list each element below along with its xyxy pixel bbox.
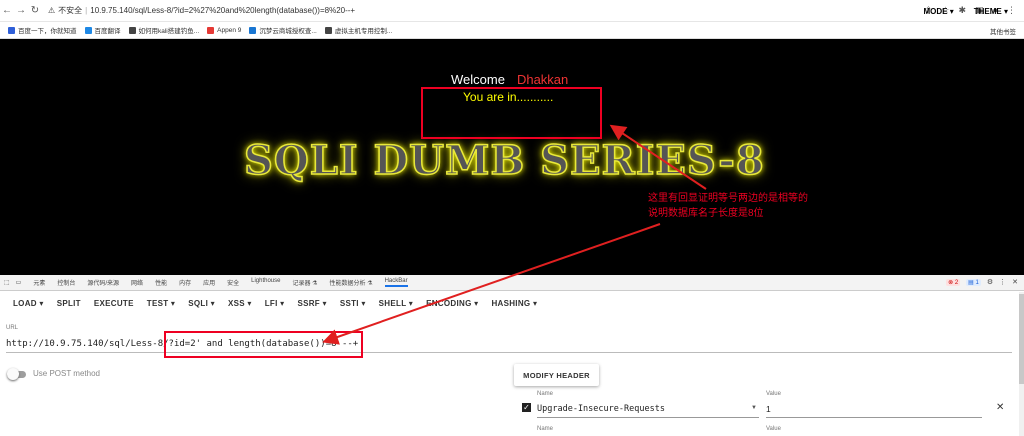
back-icon[interactable]: ← <box>0 5 14 16</box>
bookmark-item[interactable]: 百度一下，你就知道 <box>8 25 77 35</box>
bookmark-icon <box>8 26 15 34</box>
header-value-label-2: Value <box>766 426 781 432</box>
banner-title: SQLI DUMB SERIES-8 <box>243 136 765 185</box>
bookmarks-bar: 百度一下，你就知道 百度翻译 如何用kali搭建钓鱼... Appen 9 沉梦云商城授… <box>0 22 1024 39</box>
remove-header-icon[interactable]: ✕ <box>996 402 1004 413</box>
warning-icon: ⚠ <box>48 6 56 15</box>
devtools-tab[interactable]: 内存 <box>179 278 191 287</box>
close-devtools-icon[interactable]: ✕ <box>1012 278 1018 286</box>
other-bookmarks[interactable]: 其他书签 <box>990 26 1016 36</box>
theme-menu[interactable]: THEME ▾ <box>974 7 1008 16</box>
header-name-label-2: Name <box>537 426 554 432</box>
header-value-underline <box>766 417 982 418</box>
modify-header-button[interactable]: MODIFY HEADER <box>514 364 599 386</box>
address-bar: ← → ↻ ⚠ 不安全 | 10.9.75.140/sql/Less-8/?id… <box>0 0 1024 22</box>
page-content: Welcome Dhakkan You are in........... SQL… <box>0 39 1024 275</box>
inspect-icon[interactable]: ⬚ <box>4 279 10 286</box>
hackbar-right-menu: MODE ▾ THEME ▾ <box>924 7 1009 16</box>
devtools-tab[interactable]: HackBar <box>384 278 408 287</box>
header-name-underline <box>537 417 759 418</box>
mode-menu[interactable]: MODE ▾ <box>924 7 954 16</box>
more-icon[interactable]: ⋮ <box>999 278 1006 286</box>
hackbar-menu-item[interactable]: SSTI ▾ <box>340 299 366 308</box>
devtools-tab[interactable]: 性能 <box>155 278 167 287</box>
highlight-box-result <box>421 87 602 139</box>
chevron-down-icon[interactable]: ▼ <box>751 405 757 411</box>
url-field-label: URL <box>6 325 19 331</box>
bookmark-icon <box>84 26 92 34</box>
hackbar-menu-item[interactable]: LOAD ▾ <box>13 299 44 308</box>
reload-icon[interactable]: ↻ <box>28 5 42 16</box>
header-value-label: Value <box>766 391 781 397</box>
menu-icon[interactable]: ⋮ <box>1007 5 1016 16</box>
bookmark-item[interactable]: Appen 9 <box>207 26 241 34</box>
devtools-tab[interactable]: 安全 <box>227 278 239 287</box>
url-text[interactable]: 10.9.75.140/sql/Less-8/?id=2%27%20and%20… <box>90 6 355 15</box>
devtools-tab[interactable]: 网络 <box>131 278 143 287</box>
url-underline <box>6 352 1012 353</box>
hackbar-menu-item[interactable]: EXECUTE <box>94 299 134 308</box>
error-badge[interactable]: ⊗ 2 <box>946 278 961 286</box>
devtools-tab[interactable]: 源代码/来源 <box>87 278 119 287</box>
message-badge[interactable]: ▤ 1 <box>966 278 981 286</box>
devtools-status: ⊗ 2 ▤ 1 ⚙ ⋮ ✕ <box>946 278 1018 286</box>
post-toggle-label: Use POST method <box>33 369 100 378</box>
bookmark-icon <box>324 26 332 34</box>
hackbar-menu-item[interactable]: XSS ▾ <box>228 299 252 308</box>
devtools-tab[interactable]: 记录器 ⚗ <box>292 278 317 287</box>
bookmark-item[interactable]: 沉梦云商城授权查... <box>249 25 317 35</box>
bookmark-item[interactable]: 如何用kali搭建钓鱼... <box>128 25 199 35</box>
bookmark-icon <box>249 26 257 34</box>
insecure-label: 不安全 <box>58 6 83 15</box>
header-checkbox[interactable]: ✓ <box>522 403 531 412</box>
welcome-text: Welcome Dhakkan <box>451 72 569 87</box>
hackbar-menu-item[interactable]: SQLI ▾ <box>188 299 215 308</box>
settings-icon[interactable]: ⚙ <box>987 278 993 286</box>
annotation-note: 这里有回显证明等号两边的是相等的 说明数据库名子长度是8位 <box>648 193 808 219</box>
post-toggle-knob[interactable] <box>7 368 19 380</box>
highlight-box-payload <box>164 331 363 358</box>
bookmark-item[interactable]: 虚拟主机专用控制... <box>324 25 392 35</box>
devtools-tab[interactable]: Lighthouse <box>251 278 280 287</box>
devtools-tabbar: ⬚ ▭ 元素 控制台 源代码/来源 网络 性能 内存 应用 安全 Lighthouse 记录器 ⚗… <box>0 275 1024 291</box>
separator: | <box>85 6 88 15</box>
omnibox[interactable]: ⚠ 不安全 | 10.9.75.140/sql/Less-8/?id=2%27%… <box>48 5 355 16</box>
bookmark-item[interactable]: 百度翻译 <box>84 25 121 35</box>
header-name-field[interactable]: Upgrade-Insecure-Requests <box>537 404 665 414</box>
hackbar-menu: LOAD ▾ SPLIT EXECUTE TEST ▾ SQLI ▾ XSS ▾ LFI ▾… <box>0 291 1024 315</box>
hackbar-menu-item[interactable]: SSRF ▾ <box>297 299 326 308</box>
hackbar-menu-item[interactable]: TEST ▾ <box>147 299 175 308</box>
bookmark-icon <box>128 26 136 34</box>
hackbar-menu-item[interactable]: ENCODING ▾ <box>426 299 478 308</box>
hackbar-menu-item[interactable]: LFI ▾ <box>265 299 285 308</box>
username: Dhakkan <box>516 72 569 87</box>
forward-icon[interactable]: → <box>14 5 28 16</box>
bookmark-icon <box>207 26 215 34</box>
hackbar-menu-item[interactable]: HASHING ▾ <box>491 299 537 308</box>
scrollbar[interactable] <box>1019 292 1024 436</box>
devtools-tab[interactable]: 控制台 <box>57 278 75 287</box>
hackbar-menu-item[interactable]: SPLIT <box>57 299 81 308</box>
header-value-field[interactable]: 1 <box>766 404 771 414</box>
header-name-label: Name <box>537 391 554 397</box>
devtools-tab[interactable]: 性能数据分析 ⚗ <box>330 278 373 287</box>
hackbar-menu-item[interactable]: SHELL ▾ <box>379 299 413 308</box>
devtools-tab[interactable]: 元素 <box>33 278 45 287</box>
scrollbar-thumb[interactable] <box>1019 294 1024 384</box>
devtools-tab[interactable]: 应用 <box>203 278 215 287</box>
